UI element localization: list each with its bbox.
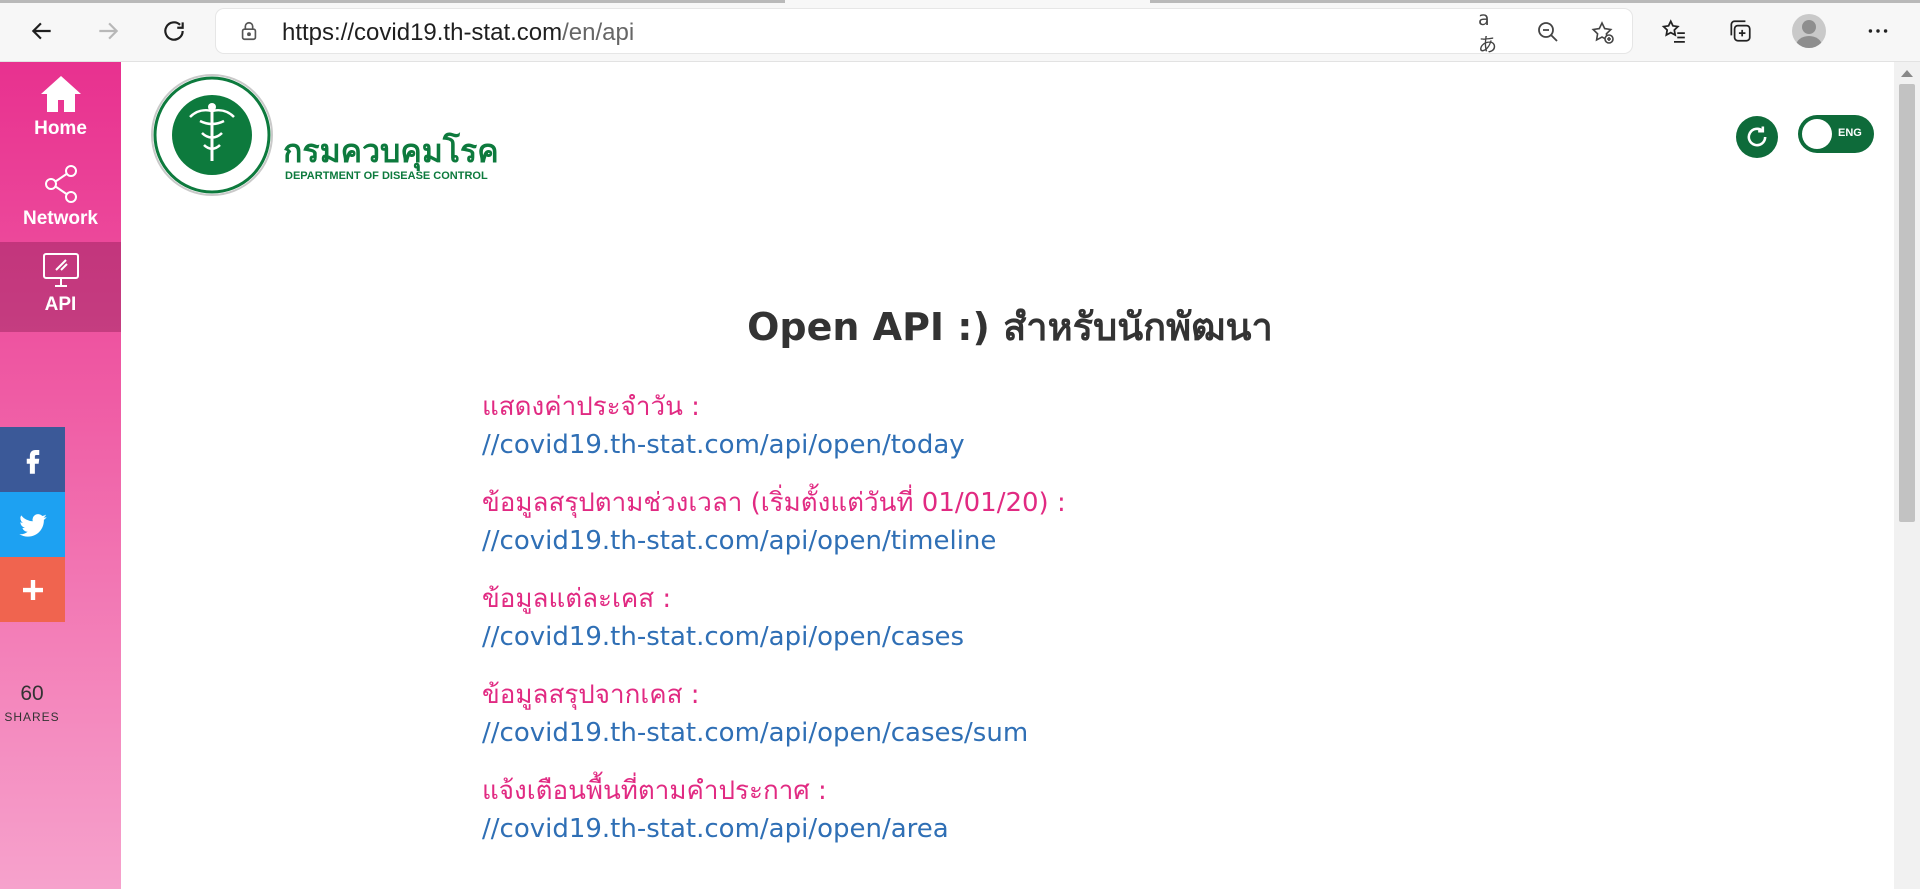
api-link[interactable]: //covid19.th-stat.com/api/open/area	[482, 810, 1482, 848]
share-network-icon	[45, 165, 77, 203]
api-link[interactable]: //covid19.th-stat.com/api/open/timeline	[482, 522, 1482, 560]
api-label: ข้อมูลสรุปจากเคส :	[482, 680, 700, 710]
api-link[interactable]: //covid19.th-stat.com/api/open/cases	[482, 618, 1482, 656]
sidebar-item-home[interactable]: Home	[0, 66, 121, 156]
more-share-button[interactable]	[0, 557, 65, 622]
avatar-head	[1802, 20, 1816, 34]
vertical-scrollbar[interactable]	[1894, 62, 1920, 889]
facebook-share-button[interactable]	[0, 427, 65, 492]
url-path: /en/api	[562, 19, 635, 46]
language-toggle[interactable]: ENG	[1798, 115, 1874, 153]
language-label: ENG	[1838, 127, 1862, 139]
sidebar-item-network[interactable]: Network	[0, 156, 121, 246]
toggle-knob	[1802, 119, 1832, 149]
api-label: แสดงค่าประจำวัน :	[482, 392, 700, 422]
more-dots-icon	[1868, 29, 1888, 33]
tab-strip-edge	[1150, 0, 1920, 3]
favorites-list-icon	[1661, 19, 1685, 43]
api-link[interactable]: //covid19.th-stat.com/api/open/today	[482, 426, 1482, 464]
refresh-icon	[1747, 126, 1767, 147]
refresh-icon	[164, 21, 184, 41]
plus-icon	[22, 579, 43, 600]
share-count-label: SHARES	[4, 710, 60, 724]
browser-toolbar: https://covid19.th-stat.com/en/api aあ	[0, 0, 1920, 62]
api-item-cases: ข้อมูลแต่ละเคส : //covid19.th-stat.com/a…	[482, 580, 1482, 676]
facebook-icon	[26, 449, 39, 474]
add-favorite-icon[interactable]	[1588, 18, 1616, 46]
share-count: 60	[20, 682, 44, 705]
lock-icon[interactable]	[238, 20, 260, 42]
profile-avatar[interactable]	[1792, 14, 1826, 48]
forward-button[interactable]	[86, 10, 130, 52]
url-text[interactable]: https://covid19.th-stat.com/en/api	[282, 19, 634, 47]
org-name-english: DEPARTMENT OF DISEASE CONTROL	[285, 170, 488, 182]
favorites-button[interactable]	[1654, 12, 1694, 50]
back-button[interactable]	[20, 10, 64, 52]
api-item-today: แสดงค่าประจำวัน : //covid19.th-stat.com/…	[482, 388, 1482, 484]
api-label: ข้อมูลแต่ละเคส :	[482, 584, 672, 614]
tab-strip-edge	[0, 0, 785, 3]
read-aloud-icon[interactable]: aあ	[1478, 8, 1506, 56]
data-refresh-button[interactable]	[1736, 116, 1778, 158]
page-title: Open API :) สำหรับนักพัฒนา	[747, 305, 1273, 349]
monitor-icon	[43, 253, 79, 287]
more-menu-button[interactable]	[1858, 12, 1898, 50]
twitter-share-button[interactable]	[0, 492, 65, 557]
scroll-thumb[interactable]	[1899, 84, 1915, 522]
sidebar-item-label: Home	[34, 118, 87, 139]
api-item-cases-sum: ข้อมูลสรุปจากเคส : //covid19.th-stat.com…	[482, 676, 1482, 772]
api-list: แสดงค่าประจำวัน : //covid19.th-stat.com/…	[482, 388, 1482, 868]
api-item-timeline: ข้อมูลสรุปตามช่วงเวลา (เริ่มตั้งแต่วันที…	[482, 484, 1482, 580]
api-label: แจ้งเตือนพื้นที่ตามคำประกาศ :	[482, 776, 827, 806]
api-item-area: แจ้งเตือนพื้นที่ตามคำประกาศ : //covid19.…	[482, 772, 1482, 868]
collections-icon	[1730, 20, 1751, 42]
avatar-body	[1796, 36, 1822, 48]
refresh-button[interactable]	[152, 10, 196, 52]
ministry-logo[interactable]	[150, 73, 274, 197]
api-label: ข้อมูลสรุปตามช่วงเวลา (เริ่มตั้งแต่วันที…	[482, 488, 1066, 518]
arrow-right-icon	[99, 22, 119, 40]
collections-button[interactable]	[1720, 12, 1760, 50]
zoom-out-icon[interactable]	[1534, 18, 1562, 46]
scroll-up-arrow[interactable]	[1901, 70, 1913, 77]
sidebar: Home Network API 60 SHARES	[0, 62, 121, 889]
api-link[interactable]: //covid19.th-stat.com/api/open/cases/sum	[482, 714, 1482, 752]
url-host: https://covid19.th-stat.com	[282, 19, 563, 46]
address-bar[interactable]: https://covid19.th-stat.com/en/api aあ	[216, 8, 1632, 56]
arrow-left-icon	[31, 22, 51, 40]
home-icon	[41, 76, 81, 112]
twitter-icon	[18, 513, 47, 537]
sidebar-item-label: Network	[23, 208, 98, 229]
